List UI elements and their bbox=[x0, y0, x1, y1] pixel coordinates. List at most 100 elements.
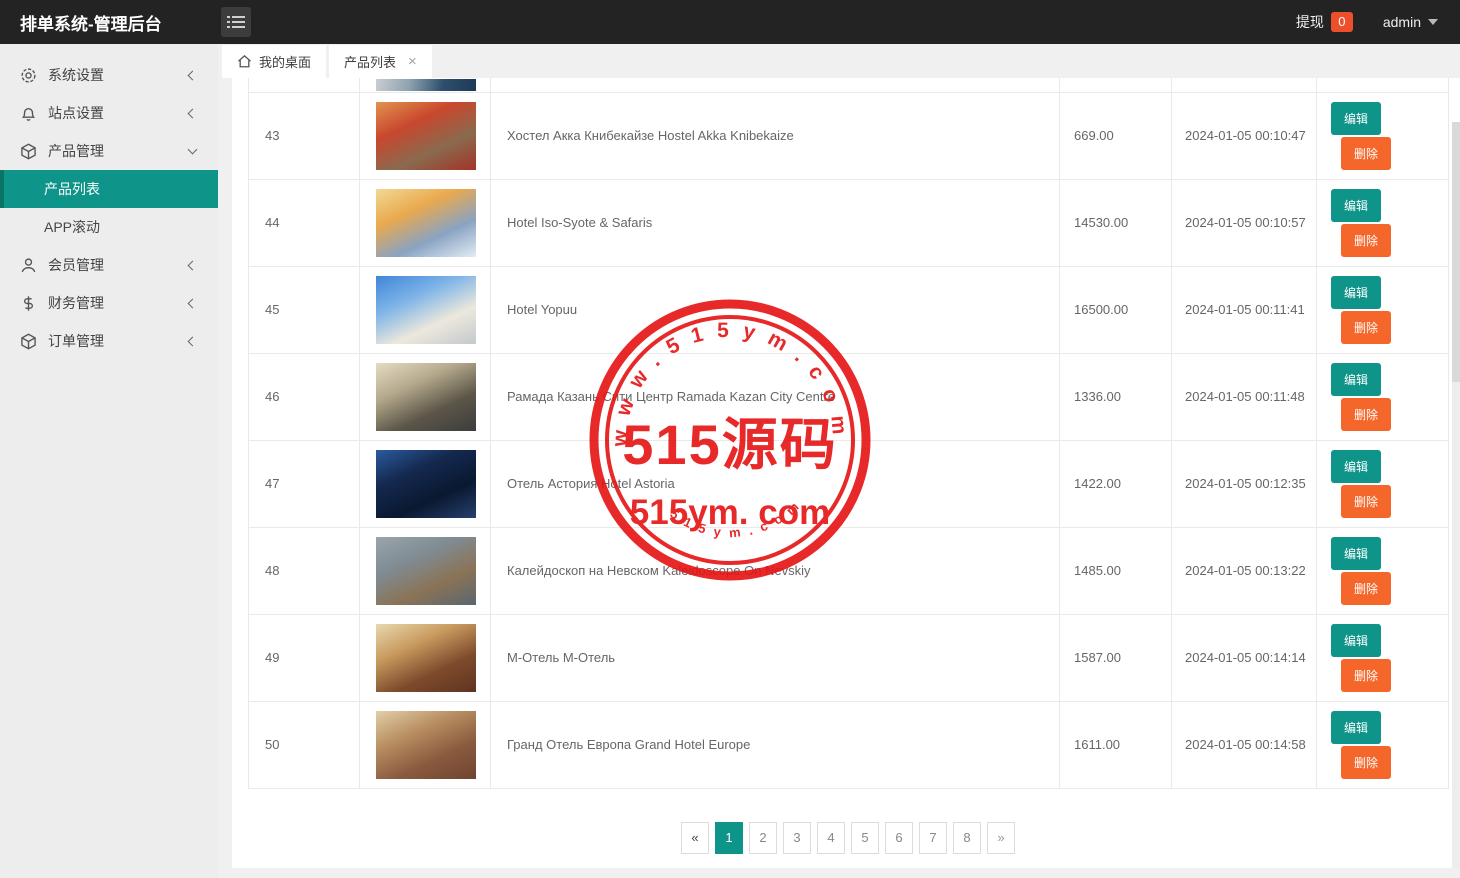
sidebar-item-member-management[interactable]: 会员管理 bbox=[0, 246, 218, 284]
action-buttons: 编辑 删除 bbox=[1317, 362, 1448, 431]
product-thumbnail-partial bbox=[376, 78, 476, 91]
username: admin bbox=[1382, 14, 1421, 30]
product-actions-cell: 编辑 删除 bbox=[1316, 700, 1449, 789]
page-button-8[interactable]: 8 bbox=[953, 821, 981, 854]
sidebar-item-site-settings[interactable]: 站点设置 bbox=[0, 94, 218, 132]
topbar-right: 提现 0 admin bbox=[1296, 12, 1460, 32]
product-id-cell: 44 bbox=[248, 178, 360, 267]
edit-button[interactable]: 编辑 bbox=[1331, 449, 1382, 483]
home-icon bbox=[237, 54, 252, 69]
table-cell bbox=[1059, 78, 1172, 93]
sidebar-item-label: 产品管理 bbox=[48, 143, 104, 159]
product-thumbnail bbox=[376, 449, 476, 518]
product-image-cell bbox=[359, 352, 491, 441]
edit-button[interactable]: 编辑 bbox=[1331, 710, 1382, 744]
product-thumbnail bbox=[376, 536, 476, 605]
table-cell bbox=[490, 78, 1060, 93]
scrollbar-thumb[interactable] bbox=[1452, 122, 1460, 382]
action-buttons: 编辑 删除 bbox=[1317, 275, 1448, 344]
product-thumbnail bbox=[376, 188, 476, 257]
tab-my-desktop[interactable]: 我的桌面 bbox=[222, 45, 327, 78]
gear-icon bbox=[20, 67, 37, 84]
page-button-2[interactable]: 2 bbox=[749, 821, 777, 854]
delete-button[interactable]: 删除 bbox=[1341, 484, 1392, 518]
withdraw-count-badge: 0 bbox=[1330, 12, 1353, 32]
prev-page-button[interactable]: « bbox=[681, 821, 709, 854]
sidebar-item-order-management[interactable]: 订单管理 bbox=[0, 322, 218, 360]
product-created-cell: 2024-01-05 00:13:22 bbox=[1171, 526, 1317, 615]
product-created-cell: 2024-01-05 00:11:48 bbox=[1171, 352, 1317, 441]
page-button-3[interactable]: 3 bbox=[783, 821, 811, 854]
product-price-cell: 14530.00 bbox=[1059, 178, 1172, 267]
table-row: 49 М-Отель М-Отель 1587.00 2024-01-05 00:14… bbox=[248, 613, 1449, 702]
next-page-button[interactable]: » bbox=[987, 821, 1015, 854]
action-buttons: 编辑 删除 bbox=[1317, 449, 1448, 518]
product-thumbnail bbox=[376, 362, 476, 431]
product-created-cell: 2024-01-05 00:10:57 bbox=[1171, 178, 1317, 267]
tab-label: 我的桌面 bbox=[259, 55, 312, 70]
product-price-cell: 1485.00 bbox=[1059, 526, 1172, 615]
chevron-left-icon bbox=[187, 260, 198, 270]
sidebar-item-label: 订单管理 bbox=[48, 333, 104, 349]
chevron-left-icon bbox=[187, 336, 198, 346]
product-actions-cell: 编辑 删除 bbox=[1316, 613, 1449, 702]
product-price-cell: 1587.00 bbox=[1059, 613, 1172, 702]
product-actions-cell: 编辑 删除 bbox=[1316, 91, 1449, 180]
sidebar-menu: 系统设置站点设置产品管理产品列表 APP滚动 会员管理 财务管理订单管理 bbox=[0, 56, 218, 360]
sidebar-subitem-app-scroll[interactable]: APP滚动 bbox=[0, 208, 218, 246]
edit-button[interactable]: 编辑 bbox=[1331, 101, 1382, 135]
product-name-cell: Калейдоскоп на Невском Kaleidoscope On N… bbox=[490, 526, 1060, 615]
scrollbar[interactable] bbox=[1452, 122, 1460, 868]
product-created-cell: 2024-01-05 00:12:35 bbox=[1171, 439, 1317, 528]
sidebar-subitem-product-list[interactable]: 产品列表 bbox=[0, 170, 218, 208]
user-menu[interactable]: admin bbox=[1383, 14, 1438, 30]
page-button-5[interactable]: 5 bbox=[851, 821, 879, 854]
delete-button[interactable]: 删除 bbox=[1341, 397, 1392, 431]
bell-icon bbox=[20, 105, 37, 122]
chevron-left-icon bbox=[187, 70, 198, 80]
product-name-cell: Отель Астория Hotel Astoria bbox=[490, 439, 1060, 528]
edit-button[interactable]: 编辑 bbox=[1331, 275, 1382, 309]
chevron-left-icon bbox=[187, 298, 198, 308]
sidebar-item-system-settings[interactable]: 系统设置 bbox=[0, 56, 218, 94]
app-title: 排单系统-管理后台 bbox=[20, 14, 162, 34]
sidebar-item-label: 系统设置 bbox=[48, 67, 104, 83]
tab-product-list[interactable]: 产品列表 × bbox=[329, 45, 432, 78]
product-created-cell: 2024-01-05 00:10:47 bbox=[1171, 91, 1317, 180]
product-image-cell bbox=[359, 613, 491, 702]
delete-button[interactable]: 删除 bbox=[1341, 223, 1392, 257]
sidebar: 系统设置站点设置产品管理产品列表 APP滚动 会员管理 财务管理订单管理 bbox=[0, 44, 218, 878]
product-actions-cell: 编辑 删除 bbox=[1316, 439, 1449, 528]
edit-button[interactable]: 编辑 bbox=[1331, 362, 1382, 396]
delete-button[interactable]: 删除 bbox=[1341, 310, 1392, 344]
page-button-6[interactable]: 6 bbox=[885, 821, 913, 854]
product-name-cell: Хостел Акка Книбекайзе Hostel Akka Knibe… bbox=[490, 91, 1060, 180]
main-area: 我的桌面 产品列表 × 43 Хостел Акка Книбекайзе Hoste… bbox=[218, 44, 1460, 878]
pagination: «1 2 3 4 5 6 7 8» bbox=[248, 821, 1448, 854]
product-id-cell: 47 bbox=[248, 439, 360, 528]
delete-button[interactable]: 删除 bbox=[1341, 136, 1392, 170]
sidebar-toggle-button[interactable] bbox=[221, 7, 251, 37]
product-name-cell: М-Отель М-Отель bbox=[490, 613, 1060, 702]
product-image-cell bbox=[359, 700, 491, 789]
delete-button[interactable]: 删除 bbox=[1341, 571, 1392, 605]
page-button-7[interactable]: 7 bbox=[919, 821, 947, 854]
edit-button[interactable]: 编辑 bbox=[1331, 623, 1382, 657]
delete-button[interactable]: 删除 bbox=[1341, 658, 1392, 692]
withdraw-link[interactable]: 提现 0 bbox=[1296, 12, 1353, 32]
product-thumbnail bbox=[376, 275, 476, 344]
edit-button[interactable]: 编辑 bbox=[1331, 188, 1382, 222]
product-thumbnail bbox=[376, 101, 476, 170]
sidebar-item-finance-management[interactable]: 财务管理 bbox=[0, 284, 218, 322]
product-price-cell: 1611.00 bbox=[1059, 700, 1172, 789]
product-name-cell: Hotel Iso-Syote & Safaris bbox=[490, 178, 1060, 267]
delete-button[interactable]: 删除 bbox=[1341, 745, 1392, 779]
table-cell bbox=[359, 78, 491, 93]
close-tab-icon[interactable]: × bbox=[408, 54, 417, 69]
sidebar-item-product-management[interactable]: 产品管理 bbox=[0, 132, 218, 170]
page-button-1[interactable]: 1 bbox=[715, 821, 743, 854]
page-button-4[interactable]: 4 bbox=[817, 821, 845, 854]
edit-button[interactable]: 编辑 bbox=[1331, 536, 1382, 570]
action-buttons: 编辑 删除 bbox=[1317, 623, 1448, 692]
package-icon bbox=[20, 142, 37, 160]
